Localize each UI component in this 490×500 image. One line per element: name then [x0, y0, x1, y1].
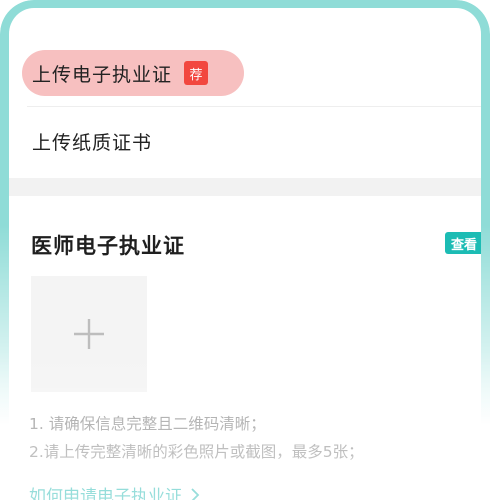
- highlight-pill[interactable]: 上传电子执业证 荐: [22, 50, 244, 96]
- app-screen: 上传电子执业证 荐 上传纸质证书 医师电子执业证 查看 1. 请确保信息完整且二…: [9, 8, 481, 500]
- upload-electronic-label: 上传电子执业证: [32, 63, 173, 86]
- upload-paper-label: 上传纸质证书: [32, 131, 153, 154]
- how-to-apply-label: 如何申请电子执业证: [29, 487, 182, 500]
- photo-upload-box[interactable]: [31, 276, 147, 392]
- chevron-right-icon: [191, 487, 200, 500]
- card-title: 医师电子执业证: [31, 234, 185, 258]
- certificate-card: 医师电子执业证 查看 1. 请确保信息完整且二维码清晰； 2.请上传完整清晰的彩…: [9, 196, 481, 500]
- view-sample-button[interactable]: 查看: [445, 232, 481, 254]
- upload-tips: 1. 请确保信息完整且二维码清晰； 2.请上传完整清晰的彩色照片或截图，最多5张…: [29, 410, 364, 466]
- how-to-apply-link[interactable]: 如何申请电子执业证: [29, 482, 200, 500]
- plus-icon: [74, 319, 104, 349]
- section-gap: [9, 178, 481, 196]
- upload-paper-option[interactable]: 上传纸质证书: [9, 106, 481, 176]
- upload-electronic-option[interactable]: 上传电子执业证 荐: [9, 42, 481, 112]
- tip-line: 1. 请确保信息完整且二维码清晰；: [29, 415, 266, 433]
- tip-line: 2.请上传完整清晰的彩色照片或截图，最多5张；: [29, 443, 364, 461]
- recommended-badge: 荐: [184, 61, 209, 85]
